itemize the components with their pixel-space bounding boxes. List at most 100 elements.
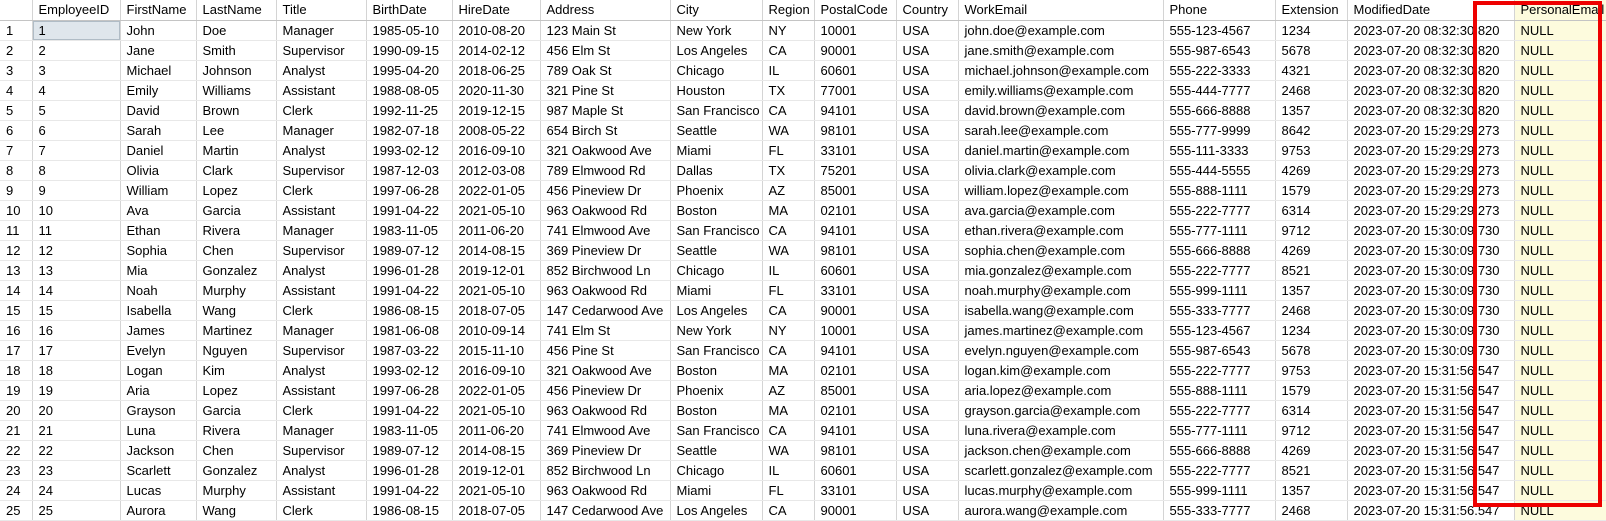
row-number-cell[interactable]: 16 (0, 320, 33, 341)
cell-region[interactable]: WA (762, 120, 815, 141)
cell-birthdate[interactable]: 1991-04-22 (366, 200, 453, 221)
cell-personalemail[interactable]: NULL (1514, 200, 1606, 221)
cell-region[interactable]: FL (762, 140, 815, 161)
cell-employeeid[interactable]: 23 (32, 460, 121, 481)
cell-phone[interactable]: 555-987-6543 (1163, 40, 1276, 61)
cell-modifieddate[interactable]: 2023-07-20 15:29:29.273 (1347, 200, 1515, 221)
cell-title[interactable]: Manager (276, 220, 367, 241)
table-row[interactable]: 7 7 Daniel Martin Analyst 1993-02-12 2016-09-1… (0, 140, 1606, 161)
cell-title[interactable]: Supervisor (276, 160, 367, 181)
cell-title[interactable]: Analyst (276, 140, 367, 161)
cell-personalemail[interactable]: NULL (1514, 360, 1606, 381)
cell-modifieddate[interactable]: 2023-07-20 08:32:30.820 (1347, 40, 1515, 61)
cell-region[interactable]: TX (762, 160, 815, 181)
cell-country[interactable]: USA (896, 420, 959, 441)
cell-birthdate[interactable]: 1983-11-05 (366, 420, 453, 441)
cell-hiredate[interactable]: 2022-01-05 (452, 380, 541, 401)
cell-modifieddate[interactable]: 2023-07-20 15:31:56.547 (1347, 500, 1515, 521)
cell-city[interactable]: Phoenix (670, 380, 763, 401)
cell-birthdate[interactable]: 1993-02-12 (366, 360, 453, 381)
cell-title[interactable]: Supervisor (276, 440, 367, 461)
table-row[interactable]: 15 15 Isabella Wang Clerk 1986-08-15 2018-07-0… (0, 300, 1606, 321)
cell-postalcode[interactable]: 10001 (814, 320, 897, 341)
cell-region[interactable]: CA (762, 500, 815, 521)
cell-title[interactable]: Analyst (276, 360, 367, 381)
cell-phone[interactable]: 555-987-6543 (1163, 340, 1276, 361)
cell-modifieddate[interactable]: 2023-07-20 15:30:09.730 (1347, 320, 1515, 341)
cell-country[interactable]: USA (896, 400, 959, 421)
cell-birthdate[interactable]: 1991-04-22 (366, 280, 453, 301)
cell-city[interactable]: Houston (670, 80, 763, 101)
cell-region[interactable]: MA (762, 200, 815, 221)
cell-postalcode[interactable]: 60601 (814, 460, 897, 481)
row-number-cell[interactable]: 2 (0, 40, 33, 61)
cell-modifieddate[interactable]: 2023-07-20 15:30:09.730 (1347, 260, 1515, 281)
cell-lastname[interactable]: Gonzalez (196, 260, 277, 281)
cell-lastname[interactable]: Doe (196, 20, 277, 41)
cell-postalcode[interactable]: 94101 (814, 340, 897, 361)
cell-address[interactable]: 852 Birchwood Ln (540, 460, 671, 481)
cell-employeeid[interactable]: 19 (32, 380, 121, 401)
row-number-cell[interactable]: 10 (0, 200, 33, 221)
cell-personalemail[interactable]: NULL (1514, 300, 1606, 321)
cell-postalcode[interactable]: 94101 (814, 220, 897, 241)
cell-personalemail[interactable]: NULL (1514, 60, 1606, 81)
cell-city[interactable]: Chicago (670, 260, 763, 281)
cell-region[interactable]: CA (762, 100, 815, 121)
cell-workemail[interactable]: mia.gonzalez@example.com (958, 260, 1164, 281)
cell-modifieddate[interactable]: 2023-07-20 15:29:29.273 (1347, 180, 1515, 201)
cell-personalemail[interactable]: NULL (1514, 80, 1606, 101)
cell-region[interactable]: IL (762, 60, 815, 81)
cell-extension[interactable]: 6314 (1275, 200, 1348, 221)
cell-phone[interactable]: 555-123-4567 (1163, 20, 1276, 41)
cell-hiredate[interactable]: 2014-08-15 (452, 440, 541, 461)
cell-modifieddate[interactable]: 2023-07-20 15:30:09.730 (1347, 280, 1515, 301)
cell-address[interactable]: 147 Cedarwood Ave (540, 300, 671, 321)
cell-workemail[interactable]: scarlett.gonzalez@example.com (958, 460, 1164, 481)
cell-lastname[interactable]: Smith (196, 40, 277, 61)
cell-modifieddate[interactable]: 2023-07-20 15:29:29.273 (1347, 140, 1515, 161)
cell-firstname[interactable]: Olivia (120, 160, 197, 181)
cell-title[interactable]: Analyst (276, 460, 367, 481)
row-number-cell[interactable]: 7 (0, 140, 33, 161)
cell-workemail[interactable]: isabella.wang@example.com (958, 300, 1164, 321)
cell-birthdate[interactable]: 1997-06-28 (366, 180, 453, 201)
cell-workemail[interactable]: jane.smith@example.com (958, 40, 1164, 61)
column-header-firstname[interactable]: FirstName (120, 0, 197, 21)
cell-country[interactable]: USA (896, 20, 959, 41)
cell-title[interactable]: Manager (276, 20, 367, 41)
cell-hiredate[interactable]: 2010-08-20 (452, 20, 541, 41)
cell-postalcode[interactable]: 98101 (814, 240, 897, 261)
cell-title[interactable]: Manager (276, 120, 367, 141)
cell-region[interactable]: AZ (762, 380, 815, 401)
cell-country[interactable]: USA (896, 280, 959, 301)
cell-phone[interactable]: 555-222-7777 (1163, 260, 1276, 281)
cell-city[interactable]: San Francisco (670, 100, 763, 121)
row-number-cell[interactable]: 17 (0, 340, 33, 361)
cell-birthdate[interactable]: 1989-07-12 (366, 440, 453, 461)
cell-phone[interactable]: 555-888-1111 (1163, 380, 1276, 401)
cell-personalemail[interactable]: NULL (1514, 180, 1606, 201)
cell-modifieddate[interactable]: 2023-07-20 15:30:09.730 (1347, 340, 1515, 361)
cell-birthdate[interactable]: 1986-08-15 (366, 300, 453, 321)
cell-modifieddate[interactable]: 2023-07-20 08:32:30.820 (1347, 100, 1515, 121)
cell-title[interactable]: Supervisor (276, 340, 367, 361)
cell-employeeid[interactable]: 14 (32, 280, 121, 301)
cell-workemail[interactable]: luna.rivera@example.com (958, 420, 1164, 441)
cell-postalcode[interactable]: 98101 (814, 440, 897, 461)
table-row[interactable]: 11 11 Ethan Rivera Manager 1983-11-05 2011-06-… (0, 220, 1606, 241)
cell-workemail[interactable]: grayson.garcia@example.com (958, 400, 1164, 421)
cell-extension[interactable]: 2468 (1275, 500, 1348, 521)
cell-employeeid[interactable]: 21 (32, 420, 121, 441)
cell-workemail[interactable]: olivia.clark@example.com (958, 160, 1164, 181)
cell-employeeid[interactable]: 12 (32, 240, 121, 261)
cell-region[interactable]: CA (762, 300, 815, 321)
cell-birthdate[interactable]: 1989-07-12 (366, 240, 453, 261)
column-header-modifieddate[interactable]: ModifiedDate (1347, 0, 1515, 21)
cell-lastname[interactable]: Kim (196, 360, 277, 381)
cell-city[interactable]: Los Angeles (670, 40, 763, 61)
cell-postalcode[interactable]: 33101 (814, 140, 897, 161)
cell-extension[interactable]: 9712 (1275, 220, 1348, 241)
cell-city[interactable]: Phoenix (670, 180, 763, 201)
cell-title[interactable]: Clerk (276, 400, 367, 421)
